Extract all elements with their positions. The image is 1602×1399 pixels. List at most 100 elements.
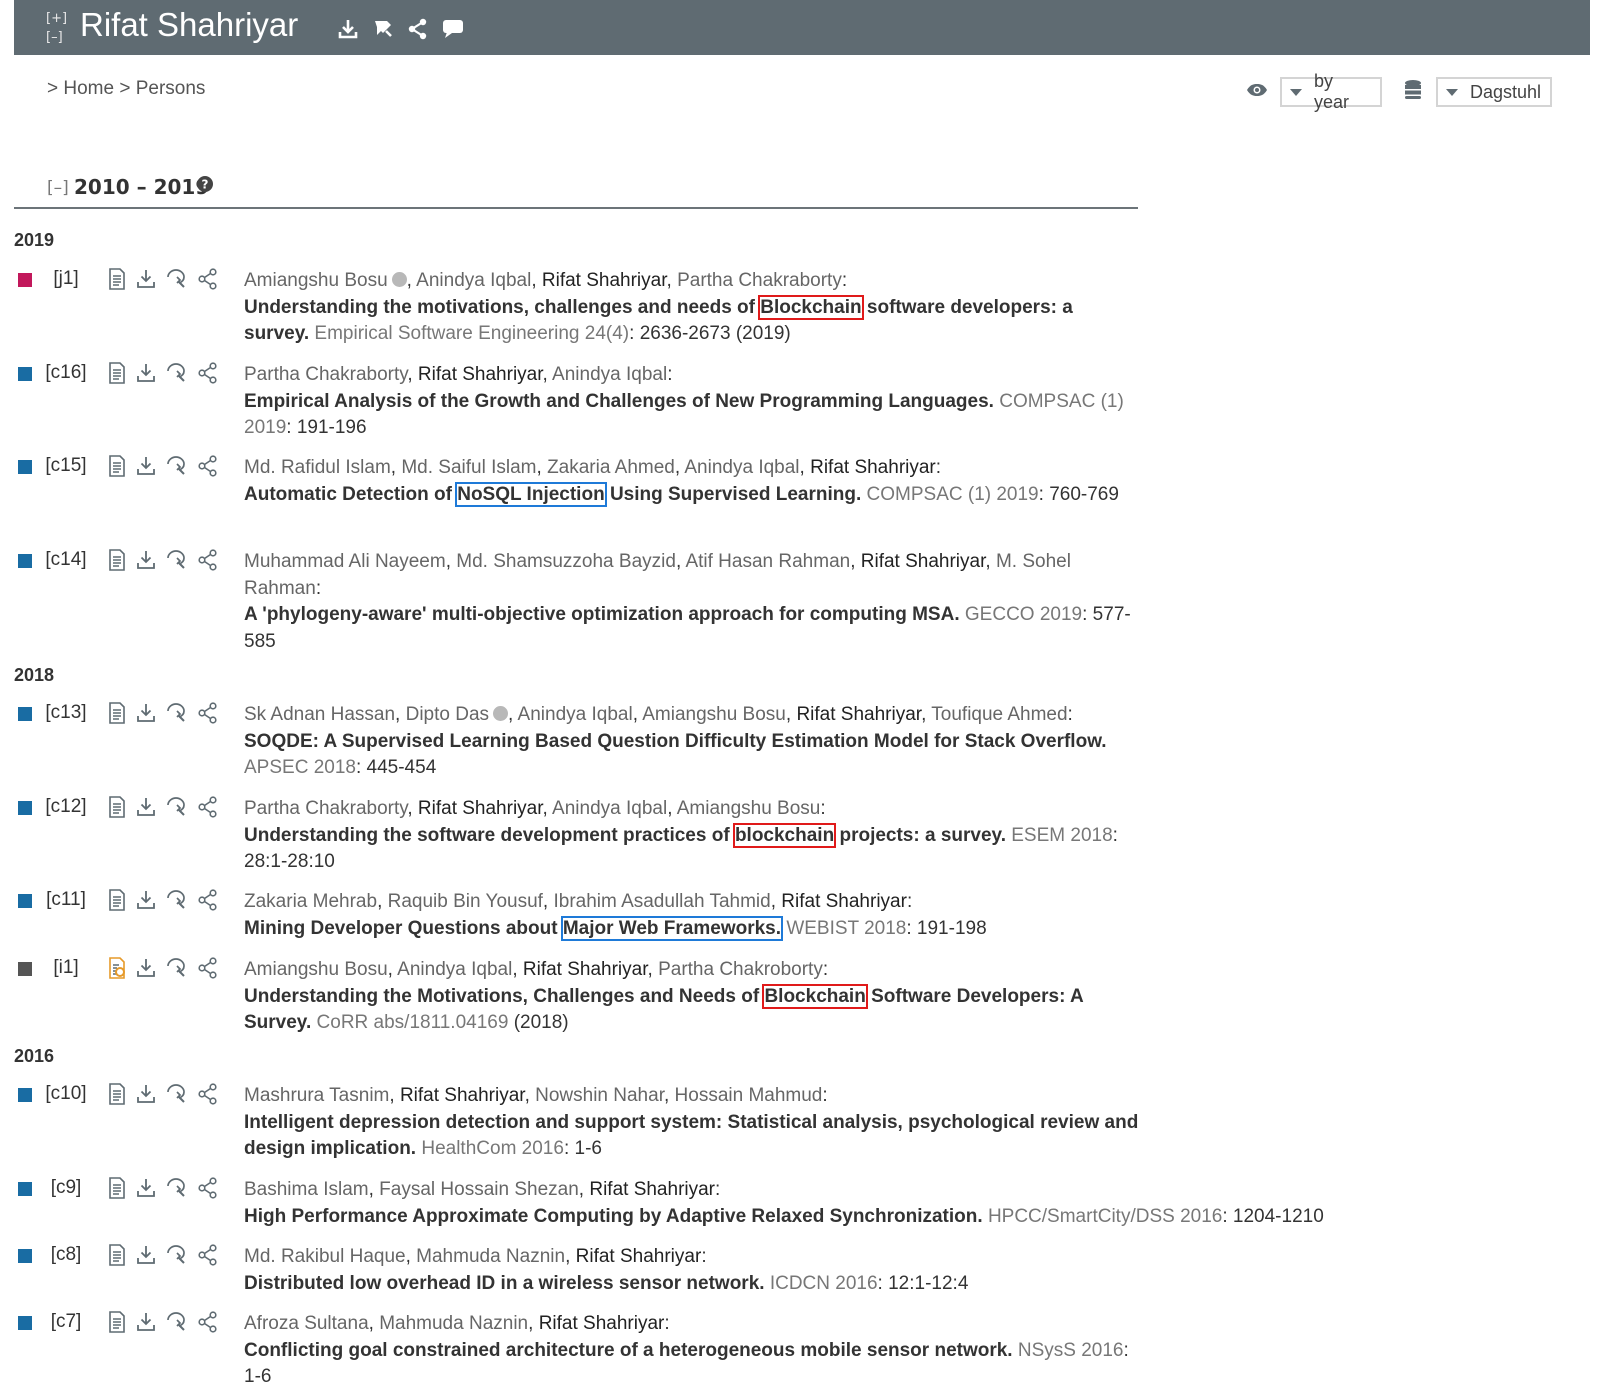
- author-link[interactable]: Md. Rafidul Islam: [244, 457, 391, 478]
- download-icon[interactable]: [136, 549, 156, 571]
- download-icon[interactable]: [136, 702, 156, 724]
- author-link[interactable]: Mahmuda Naznin: [416, 1246, 565, 1267]
- author-link[interactable]: Md. Rakibul Haque: [244, 1246, 406, 1267]
- document-icon[interactable]: [108, 702, 126, 724]
- mirror-dropdown[interactable]: Dagstuhl: [1436, 77, 1552, 107]
- author-link[interactable]: Rifat Shahriyar: [400, 1085, 525, 1106]
- document-icon[interactable]: [108, 362, 126, 384]
- author-link[interactable]: Rifat Shahriyar: [576, 1246, 702, 1267]
- author-link[interactable]: Rifat Shahriyar: [589, 1179, 715, 1200]
- author-link[interactable]: Amiangshu Bosu: [677, 798, 821, 819]
- share-icon[interactable]: [198, 362, 218, 384]
- download-icon[interactable]: [136, 957, 156, 979]
- comment-icon[interactable]: [442, 18, 464, 40]
- publication-title[interactable]: SOQDE: A Supervised Learning Based Quest…: [244, 731, 1107, 752]
- document-icon[interactable]: [108, 1244, 126, 1266]
- author-link[interactable]: Rifat Shahriyar: [418, 364, 543, 385]
- open-access-document-icon[interactable]: [108, 957, 126, 979]
- publication-title[interactable]: Empirical Analysis of the Growth and Cha…: [244, 391, 994, 412]
- author-link[interactable]: Mahmuda Naznin: [379, 1313, 528, 1334]
- venue-link[interactable]: HealthCom 2016: [421, 1138, 564, 1159]
- author-link[interactable]: Dipto Das: [406, 704, 489, 725]
- share-icon[interactable]: [198, 957, 218, 979]
- cite-icon[interactable]: [166, 362, 188, 384]
- cite-icon[interactable]: [166, 455, 188, 477]
- venue-link[interactable]: CoRR abs/1811.04169: [317, 1012, 509, 1033]
- help-icon[interactable]: ?: [196, 175, 214, 197]
- publication-title[interactable]: Understanding the Motivations, Challenge…: [244, 986, 764, 1007]
- cite-icon[interactable]: [166, 1244, 188, 1266]
- publication-title[interactable]: Understanding the software development p…: [244, 825, 735, 846]
- orcid-icon[interactable]: [493, 706, 509, 721]
- venue-link[interactable]: Empirical Software Engineering 24(4): [314, 323, 629, 344]
- share-icon[interactable]: [408, 18, 428, 40]
- document-icon[interactable]: [108, 455, 126, 477]
- author-link[interactable]: Nowshin Nahar: [535, 1085, 664, 1106]
- cite-icon[interactable]: [166, 1311, 188, 1333]
- document-icon[interactable]: [108, 1083, 126, 1105]
- author-link[interactable]: Rifat Shahriyar: [861, 551, 986, 572]
- author-link[interactable]: Rifat Shahriyar: [781, 891, 907, 912]
- author-link[interactable]: Md. Shamsuzzoha Bayzid: [456, 551, 676, 572]
- author-link[interactable]: Rifat Shahriyar: [542, 270, 667, 291]
- publication-title[interactable]: Distributed low overhead ID in a wireles…: [244, 1273, 765, 1294]
- download-icon[interactable]: [136, 1083, 156, 1105]
- author-link[interactable]: Faysal Hossain Shezan: [379, 1179, 579, 1200]
- author-link[interactable]: Zakaria Ahmed: [547, 457, 675, 478]
- share-icon[interactable]: [198, 455, 218, 477]
- download-icon[interactable]: [136, 268, 156, 290]
- author-link[interactable]: Bashima Islam: [244, 1179, 369, 1200]
- document-icon[interactable]: [108, 549, 126, 571]
- author-link[interactable]: Anindya Iqbal: [397, 959, 512, 980]
- cite-icon[interactable]: [166, 957, 188, 979]
- document-icon[interactable]: [108, 1177, 126, 1199]
- author-link[interactable]: Mashrura Tasnim: [244, 1085, 389, 1106]
- share-icon[interactable]: [198, 268, 218, 290]
- download-icon[interactable]: [136, 1311, 156, 1333]
- author-link[interactable]: Partha Chakroborty: [658, 959, 823, 980]
- share-icon[interactable]: [198, 796, 218, 818]
- author-link[interactable]: Rifat Shahriyar: [539, 1313, 665, 1334]
- section-collapse-toggle[interactable]: [–]: [47, 178, 69, 198]
- venue-link[interactable]: WEBIST 2018: [786, 918, 906, 939]
- download-icon[interactable]: [136, 1177, 156, 1199]
- author-link[interactable]: Partha Chakraborty: [244, 364, 407, 385]
- author-link[interactable]: Atif Hasan Rahman: [685, 551, 850, 572]
- share-icon[interactable]: [198, 549, 218, 571]
- document-icon[interactable]: [108, 268, 126, 290]
- author-link[interactable]: Zakaria Mehrab: [244, 891, 377, 912]
- share-icon[interactable]: [198, 1177, 218, 1199]
- publication-title[interactable]: Mining Developer Questions about: [244, 918, 563, 939]
- document-icon[interactable]: [108, 796, 126, 818]
- share-icon[interactable]: [198, 702, 218, 724]
- collapse-all-link[interactable]: [–]: [46, 28, 67, 47]
- cite-icon[interactable]: [166, 549, 188, 571]
- author-link[interactable]: Toufique Ahmed: [931, 704, 1067, 725]
- author-link[interactable]: Hossain Mahmud: [675, 1085, 823, 1106]
- author-link[interactable]: Anindya Iqbal: [684, 457, 799, 478]
- cite-icon[interactable]: [166, 796, 188, 818]
- author-link[interactable]: Sk Adnan Hassan: [244, 704, 395, 725]
- cite-icon[interactable]: [372, 18, 394, 40]
- author-link[interactable]: Amiangshu Bosu: [244, 959, 388, 980]
- venue-link[interactable]: ESEM 2018: [1011, 825, 1112, 846]
- author-link[interactable]: Anindya Iqbal: [518, 704, 633, 725]
- share-icon[interactable]: [198, 1244, 218, 1266]
- publication-title-rest[interactable]: projects: a survey.: [834, 825, 1006, 846]
- cite-icon[interactable]: [166, 268, 188, 290]
- share-icon[interactable]: [198, 1311, 218, 1333]
- publication-title[interactable]: Conflicting goal constrained architectur…: [244, 1340, 1013, 1361]
- author-link[interactable]: Muhammad Ali Nayeem: [244, 551, 446, 572]
- venue-link[interactable]: ICDCN 2016: [770, 1273, 878, 1294]
- venue-link[interactable]: GECCO 2019: [965, 604, 1082, 625]
- author-link[interactable]: Amiangshu Bosu: [642, 704, 786, 725]
- author-link[interactable]: Rifat Shahriyar: [523, 959, 648, 980]
- download-icon[interactable]: [136, 455, 156, 477]
- author-link[interactable]: Rifat Shahriyar: [810, 457, 936, 478]
- document-icon[interactable]: [108, 889, 126, 911]
- download-icon[interactable]: [136, 796, 156, 818]
- publication-title[interactable]: Understanding the motivations, challenge…: [244, 297, 760, 318]
- venue-link[interactable]: COMPSAC (1) 2019: [867, 484, 1039, 505]
- author-link[interactable]: Anindya Iqbal: [416, 270, 531, 291]
- publication-title[interactable]: High Performance Approximate Computing b…: [244, 1206, 983, 1227]
